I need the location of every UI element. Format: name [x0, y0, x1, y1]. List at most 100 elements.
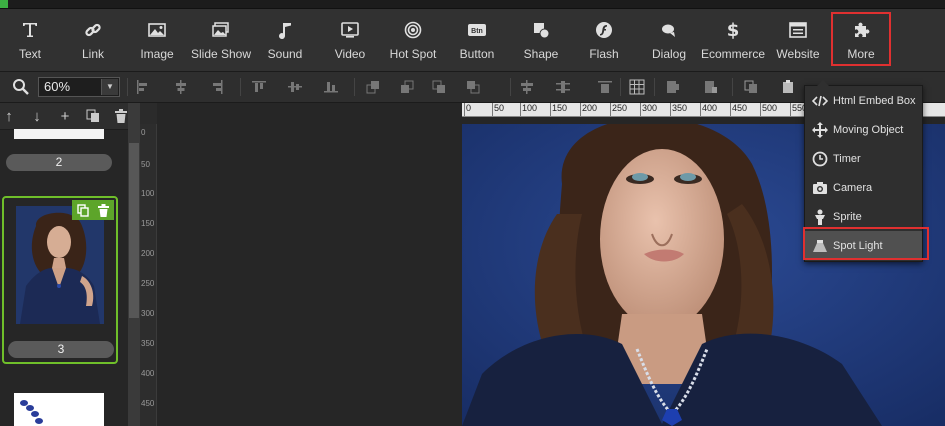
align-left-icon[interactable]: [134, 78, 152, 96]
shape-icon: [532, 19, 550, 41]
title-strip: [0, 0, 945, 9]
distribute-h-icon[interactable]: [518, 78, 536, 96]
menu-item-timer[interactable]: Timer: [805, 144, 922, 173]
toolbar-video-button[interactable]: Video: [330, 9, 370, 71]
hruler-tick: 200: [582, 103, 598, 113]
hruler-tick: 450: [732, 103, 748, 113]
text-icon: [21, 19, 39, 41]
move-down-icon[interactable]: ↓: [28, 107, 46, 125]
menu-item-label: Html Embed Box: [833, 94, 916, 107]
align-top-icon[interactable]: [250, 78, 268, 96]
toolbar-dialog-label: Dialog: [651, 47, 687, 61]
menu-item-label: Moving Object: [833, 123, 904, 136]
move-icon: [811, 121, 829, 139]
separator: [620, 78, 621, 96]
grid-icon[interactable]: [628, 78, 646, 96]
toolbar-sound-button[interactable]: Sound: [265, 9, 305, 71]
same-size-icon[interactable]: [596, 78, 614, 96]
menu-item-html-embed-box[interactable]: Html Embed Box: [805, 86, 922, 115]
toolbar-dialog-button[interactable]: Dialog: [649, 9, 689, 71]
vruler-tick: 300: [141, 309, 155, 318]
toolbar-button-button[interactable]: Btn Button: [457, 9, 497, 71]
app-corner-icon: [0, 0, 8, 8]
menu-item-label: Camera: [833, 181, 873, 194]
chevron-down-icon[interactable]: ▼: [101, 79, 118, 95]
toolbar-link-label: Link: [81, 47, 104, 61]
toolbar-button-label: Button: [459, 47, 495, 61]
toolbar-website-button[interactable]: Website: [775, 9, 821, 71]
hruler-tick: 400: [702, 103, 718, 113]
slide-thumbnail-4[interactable]: [14, 393, 104, 426]
align-right-icon[interactable]: [208, 78, 226, 96]
paste-icon[interactable]: [780, 78, 798, 96]
hruler-mark: [580, 103, 581, 116]
hruler-mark: [640, 103, 641, 116]
align-middle-icon[interactable]: [286, 78, 304, 96]
toolbar-website-label: Website: [776, 47, 820, 61]
toolbar-slideshow-button[interactable]: Slide Show: [190, 9, 252, 71]
separator: [127, 78, 128, 96]
zoom-select[interactable]: 60% ▼: [38, 77, 120, 97]
toolbar-hotspot-button[interactable]: Hot Spot: [390, 9, 436, 71]
toolbar-text-button[interactable]: Text: [10, 9, 50, 71]
toolbar-link-button[interactable]: Link: [73, 9, 113, 71]
vertical-ruler: 0 50 100 150 200 250 300 350 400 450: [140, 124, 157, 426]
slide-thumbnail-2[interactable]: [14, 129, 104, 139]
music-note-icon: [277, 19, 293, 41]
move-up-icon[interactable]: ↑: [0, 107, 18, 125]
more-highlight-box: [831, 12, 891, 66]
toolbar-slideshow-label: Slide Show: [190, 47, 252, 61]
align-center-icon[interactable]: [172, 78, 190, 96]
toolbar-flash-button[interactable]: Flash: [584, 9, 624, 71]
slide-number-3[interactable]: 3: [8, 341, 114, 358]
toolbar-ecommerce-button[interactable]: $ Ecommerce: [701, 9, 765, 71]
separator: [354, 78, 355, 96]
group-icon[interactable]: [702, 78, 720, 96]
vruler-tick: 450: [141, 399, 155, 408]
bring-front-icon[interactable]: [398, 78, 416, 96]
menu-item-camera[interactable]: Camera: [805, 173, 922, 202]
menu-item-moving-object[interactable]: Moving Object: [805, 115, 922, 144]
hruler-tick: 500: [762, 103, 778, 113]
flash-icon: [595, 19, 613, 41]
duplicate-slide-icon[interactable]: [84, 107, 102, 125]
copy-icon[interactable]: [742, 78, 760, 96]
align-bottom-icon[interactable]: [322, 78, 340, 96]
trash-icon[interactable]: [93, 200, 114, 220]
toolbar-image-button[interactable]: Image: [137, 9, 177, 71]
slide-number-2[interactable]: 2: [6, 154, 112, 171]
timer-icon: [811, 150, 829, 168]
vruler-tick: 200: [141, 249, 155, 258]
add-slide-icon[interactable]: +: [56, 107, 74, 125]
trash-icon[interactable]: [112, 107, 128, 125]
toolbar-shape-button[interactable]: Shape: [521, 9, 561, 71]
send-backward-icon[interactable]: [430, 78, 448, 96]
camera-icon: [811, 179, 829, 197]
hotspot-icon: [404, 19, 422, 41]
svg-text:Btn: Btn: [471, 28, 483, 35]
slideshow-icon: [211, 19, 231, 41]
duplicate-slide-icon[interactable]: [72, 200, 93, 220]
menu-item-label: Timer: [833, 152, 861, 165]
scrollbar-thumb[interactable]: [129, 143, 139, 318]
bring-forward-icon[interactable]: [364, 78, 382, 96]
lock-object-icon[interactable]: [664, 78, 682, 96]
slide-thumbnail-tools: [72, 200, 114, 220]
send-back-icon[interactable]: [464, 78, 482, 96]
hruler-mark: [790, 103, 791, 116]
vruler-tick: 100: [141, 189, 155, 198]
toolbar-shape-label: Shape: [523, 47, 559, 61]
distribute-v-icon[interactable]: [554, 78, 572, 96]
vruler-tick: 350: [141, 339, 155, 348]
hruler-mark: [760, 103, 761, 116]
menu-item-label: Sprite: [833, 210, 862, 223]
toolbar-video-label: Video: [334, 47, 366, 61]
vruler-tick: 250: [141, 279, 155, 288]
slide-panel-scrollbar[interactable]: [128, 103, 140, 426]
hruler-mark: [730, 103, 731, 116]
hruler-mark: [610, 103, 611, 116]
zoom-value: 60%: [44, 79, 71, 94]
vruler-tick: 0: [141, 128, 146, 137]
hruler-mark: [464, 103, 465, 116]
slide-thumbnail-3[interactable]: 3: [2, 196, 118, 364]
